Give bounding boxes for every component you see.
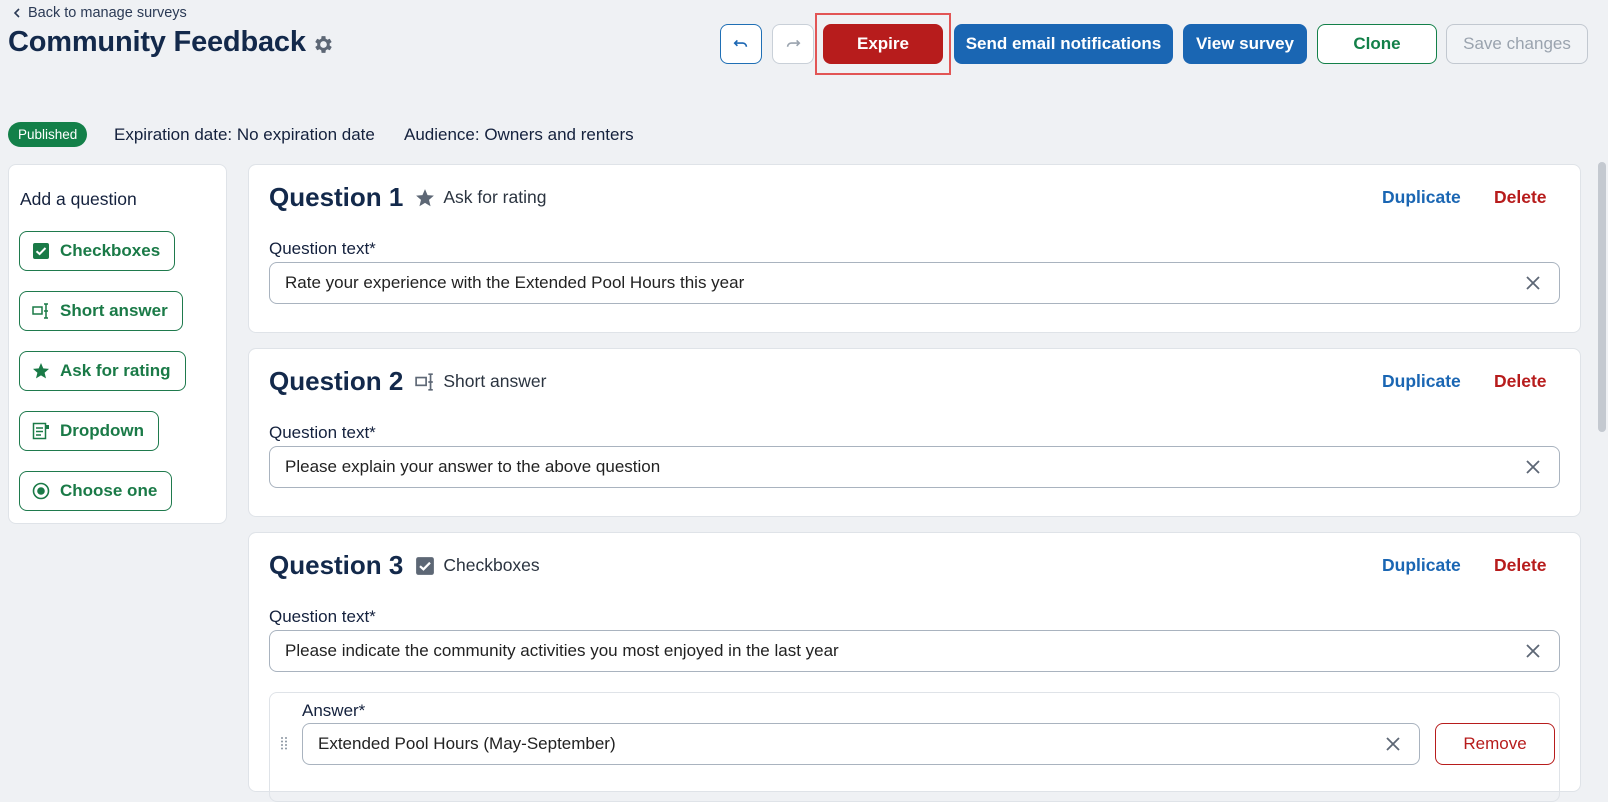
answer-input[interactable]: Extended Pool Hours (May-September) bbox=[302, 723, 1420, 765]
clear-icon[interactable] bbox=[1385, 736, 1401, 752]
star-icon bbox=[33, 363, 49, 379]
add-choose-one-button[interactable]: Choose one bbox=[19, 471, 173, 511]
gear-icon[interactable] bbox=[312, 33, 335, 56]
text-cursor-icon bbox=[32, 303, 48, 319]
sidebar-title: Add a question bbox=[20, 189, 137, 209]
status-badge: Published bbox=[8, 122, 88, 147]
question-type-label: Short answer bbox=[443, 371, 547, 391]
sidebar-item-label: Ask for rating bbox=[60, 361, 171, 380]
question-header: Question 2 Short answer bbox=[269, 366, 546, 397]
answer-label: Answer* bbox=[302, 701, 366, 720]
back-link[interactable]: Back to manage surveys bbox=[12, 5, 187, 21]
sidebar-item-label: Short answer bbox=[60, 301, 168, 320]
clear-icon[interactable] bbox=[1525, 643, 1541, 659]
question-text-label: Question text* bbox=[269, 239, 376, 258]
add-ask-for-rating-button[interactable]: Ask for rating bbox=[19, 351, 186, 391]
audience: Audience: Owners and renters bbox=[404, 125, 634, 144]
question-number: Question 1 bbox=[269, 182, 404, 212]
checkbox-icon bbox=[416, 556, 435, 575]
question-card: Question 2 Short answer Duplicate Delete… bbox=[248, 348, 1581, 517]
duplicate-button[interactable]: Duplicate bbox=[1382, 371, 1461, 392]
duplicate-button[interactable]: Duplicate bbox=[1382, 187, 1461, 208]
sidebar-item-label: Checkboxes bbox=[60, 241, 161, 260]
clear-icon[interactable] bbox=[1525, 275, 1541, 291]
answer-row: Answer* Extended Pool Hours (May-Septemb… bbox=[269, 692, 1560, 802]
question-text-input[interactable]: Please explain your answer to the above … bbox=[269, 446, 1560, 488]
question-type: Checkboxes bbox=[415, 555, 540, 576]
question-header: Question 3 Checkboxes bbox=[269, 550, 540, 581]
add-short-answer-button[interactable]: Short answer bbox=[19, 291, 183, 331]
clone-button[interactable]: Clone bbox=[1317, 24, 1437, 64]
question-text-value: Please explain your answer to the above … bbox=[285, 457, 661, 476]
question-number: Question 2 bbox=[269, 366, 404, 396]
question-type-label: Checkboxes bbox=[443, 555, 540, 575]
undo-button[interactable] bbox=[720, 24, 762, 64]
question-text-input[interactable]: Please indicate the community activities… bbox=[269, 630, 1560, 672]
delete-button[interactable]: Delete bbox=[1494, 187, 1547, 208]
back-link-label: Back to manage surveys bbox=[28, 5, 187, 21]
save-changes-button[interactable]: Save changes bbox=[1446, 24, 1588, 64]
expire-button[interactable]: Expire bbox=[823, 24, 943, 64]
question-card: Question 3 Checkboxes Duplicate Delete Q… bbox=[248, 532, 1581, 802]
clear-icon[interactable] bbox=[1525, 459, 1541, 475]
undo-icon bbox=[733, 39, 748, 47]
question-number: Question 3 bbox=[269, 550, 404, 580]
page-scrollbar[interactable] bbox=[1598, 160, 1606, 778]
remove-answer-button[interactable]: Remove bbox=[1435, 723, 1555, 765]
question-text-input[interactable]: Rate your experience with the Extended P… bbox=[269, 262, 1560, 304]
question-type: Short answer bbox=[415, 371, 546, 392]
redo-button[interactable] bbox=[772, 24, 814, 64]
chevron-left-icon bbox=[13, 8, 20, 18]
delete-button[interactable]: Delete bbox=[1494, 555, 1547, 576]
duplicate-button[interactable]: Duplicate bbox=[1382, 555, 1461, 576]
delete-button[interactable]: Delete bbox=[1494, 371, 1547, 392]
expiration-date: Expiration date: No expiration date bbox=[114, 125, 375, 144]
page-title: Community Feedback bbox=[8, 26, 306, 58]
question-text-label: Question text* bbox=[269, 607, 376, 626]
checkbox-icon bbox=[33, 243, 49, 259]
add-checkboxes-button[interactable]: Checkboxes bbox=[19, 231, 176, 271]
text-cursor-icon bbox=[415, 372, 434, 391]
answer-value: Extended Pool Hours (May-September) bbox=[318, 734, 616, 753]
question-text-value: Rate your experience with the Extended P… bbox=[285, 273, 745, 292]
sidebar-item-label: Dropdown bbox=[60, 421, 145, 440]
dropdown-icon bbox=[32, 422, 49, 440]
redo-icon bbox=[786, 39, 801, 47]
star-icon bbox=[416, 188, 435, 206]
drag-handle-icon[interactable] bbox=[280, 736, 288, 750]
question-header: Question 1 Ask for rating bbox=[269, 182, 546, 213]
question-type-label: Ask for rating bbox=[443, 187, 547, 207]
question-text-value: Please indicate the community activities… bbox=[285, 641, 839, 660]
question-type: Ask for rating bbox=[415, 187, 546, 208]
question-text-label: Question text* bbox=[269, 423, 376, 442]
send-email-notifications-button[interactable]: Send email notifications bbox=[954, 24, 1173, 64]
view-survey-button[interactable]: View survey bbox=[1183, 24, 1307, 64]
sidebar-item-label: Choose one bbox=[60, 481, 158, 500]
add-dropdown-button[interactable]: Dropdown bbox=[19, 411, 160, 451]
scrollbar-thumb[interactable] bbox=[1598, 162, 1606, 432]
add-question-sidebar: Add a question Checkboxes Short answer A… bbox=[8, 164, 227, 524]
question-card: Question 1 Ask for rating Duplicate Dele… bbox=[248, 164, 1581, 333]
radio-icon bbox=[32, 482, 50, 500]
